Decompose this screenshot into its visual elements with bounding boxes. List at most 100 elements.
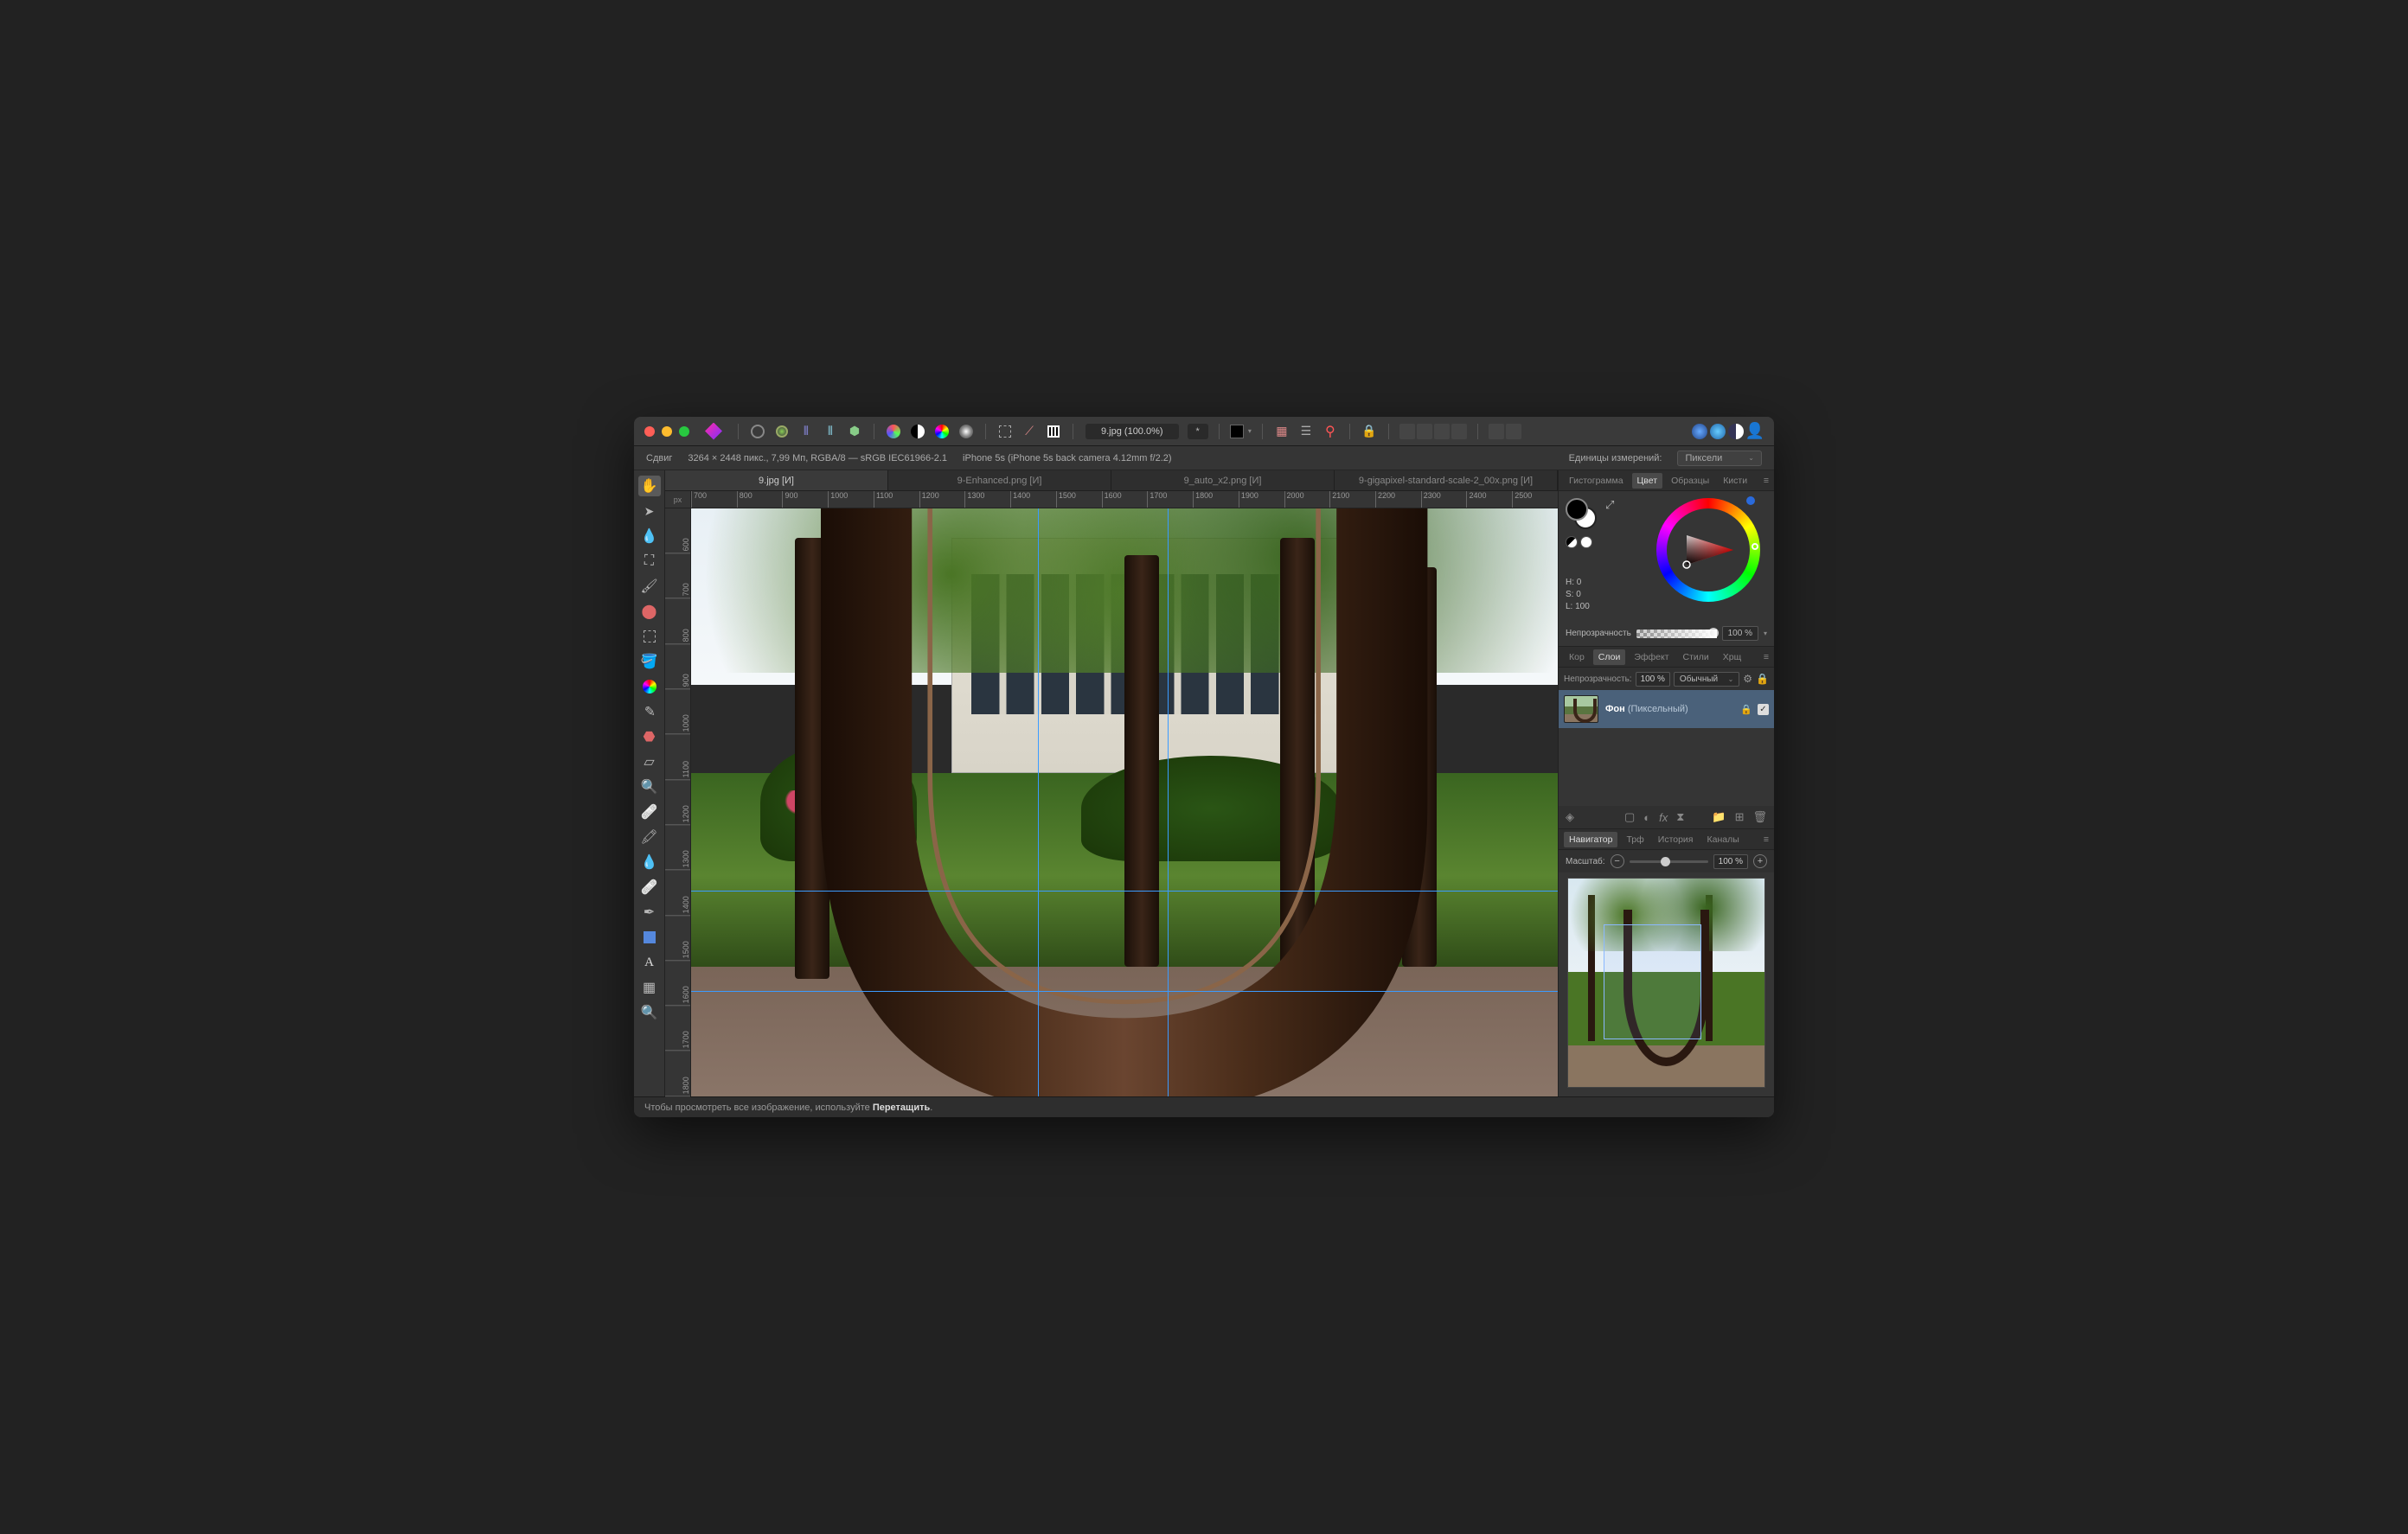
marquee-tool[interactable] xyxy=(638,626,661,647)
mesh-warp-tool[interactable]: ▦ xyxy=(638,977,661,998)
fx-icon[interactable]: fx xyxy=(1659,811,1668,824)
text-tool[interactable]: A xyxy=(638,952,661,973)
opacity-value[interactable]: 100 % xyxy=(1722,626,1758,641)
document-tab[interactable]: 9.jpg [И] xyxy=(665,470,888,490)
liquify-persona-icon[interactable] xyxy=(773,423,791,440)
dodge-tool[interactable]: 🔍 xyxy=(638,777,661,797)
close-window-button[interactable] xyxy=(644,426,655,437)
maximize-window-button[interactable] xyxy=(679,426,689,437)
gradient-tool[interactable] xyxy=(638,676,661,697)
assistant-icon[interactable] xyxy=(1692,424,1707,439)
document-tab[interactable]: 9-gigapixel-standard-scale-2_00x.png [И] xyxy=(1335,470,1558,490)
healing-tool[interactable]: 🖍 xyxy=(638,827,661,847)
units-dropdown[interactable]: Пиксели⌄ xyxy=(1677,451,1762,466)
hand-tool[interactable]: ✋ xyxy=(638,476,661,496)
panel-menu-icon[interactable]: ≡ xyxy=(1764,834,1769,845)
color-wheel[interactable] xyxy=(1656,498,1760,602)
zoom-tool[interactable]: 🔍 xyxy=(638,1002,661,1023)
horizontal-guide[interactable] xyxy=(691,991,1558,992)
opacity-dropdown-icon[interactable]: ▾ xyxy=(1764,630,1767,637)
guides-icon[interactable]: ☰ xyxy=(1297,423,1315,440)
tab-channels-short[interactable]: Кор xyxy=(1564,649,1590,665)
minimize-window-button[interactable] xyxy=(662,426,672,437)
tab-swatches[interactable]: Образцы xyxy=(1666,473,1714,489)
tab-histogram[interactable]: Гистограмма xyxy=(1564,473,1629,489)
blend-mode-dropdown[interactable]: Обычный⌄ xyxy=(1674,672,1739,687)
ruler-unit-label[interactable]: px xyxy=(665,491,691,508)
snapping-icon[interactable]: ⚲ xyxy=(1322,423,1339,440)
foreground-background-swatches[interactable] xyxy=(1566,498,1597,529)
flood-fill-tool[interactable]: 🪣 xyxy=(638,651,661,672)
tab-styles[interactable]: Стили xyxy=(1678,649,1714,665)
eyedropper-icon[interactable]: ⤢ xyxy=(1605,498,1614,512)
layer-blend-range-icon[interactable]: ◈ xyxy=(1566,810,1574,824)
document-tab[interactable]: 9_auto_x2.png [И] xyxy=(1111,470,1335,490)
canvas[interactable] xyxy=(691,508,1558,1096)
move-tool[interactable]: ➤ xyxy=(638,501,661,521)
crop-tool[interactable]: ⛶ xyxy=(638,551,661,572)
tab-transform[interactable]: Трф xyxy=(1621,832,1649,847)
pen-tool[interactable]: ✒ xyxy=(638,902,661,923)
eraser-tool[interactable]: ▱ xyxy=(638,751,661,772)
paint-brush-tool[interactable]: 🖌 xyxy=(638,576,661,597)
tab-extra[interactable]: Хрщ xyxy=(1718,649,1746,665)
tab-navigator[interactable]: Навигатор xyxy=(1564,832,1617,847)
layer-visibility-checkbox[interactable]: ✓ xyxy=(1758,704,1769,715)
tab-color[interactable]: Цвет xyxy=(1632,473,1663,489)
navigator-preview[interactable] xyxy=(1567,878,1765,1088)
tab-brushes[interactable]: Кисти xyxy=(1718,473,1752,489)
lock-layer-icon[interactable]: 🔒 xyxy=(1756,673,1769,685)
gradient-icon[interactable] xyxy=(957,423,975,440)
align-left-icon[interactable] xyxy=(1489,424,1504,439)
zoom-value[interactable]: 100 % xyxy=(1713,854,1748,869)
account-icon[interactable]: 👤 xyxy=(1746,423,1764,440)
arrange-forward-icon[interactable] xyxy=(1434,424,1450,439)
clone-tool[interactable]: ⬣ xyxy=(638,726,661,747)
group-layers-icon[interactable]: 📁 xyxy=(1712,810,1726,824)
inpainting-tool[interactable]: 🩹 xyxy=(638,802,661,822)
default-colors-icon[interactable] xyxy=(1566,536,1578,548)
tab-history[interactable]: История xyxy=(1653,832,1699,847)
crop-guides-icon[interactable]: ⟋ xyxy=(1021,423,1038,440)
layer-item[interactable]: Фон (Пиксельный) 🔒 ✓ xyxy=(1559,690,1774,728)
stock-icon[interactable] xyxy=(1710,424,1726,439)
export-persona-icon[interactable]: ⬢ xyxy=(846,423,863,440)
zoom-out-button[interactable]: − xyxy=(1611,854,1624,868)
panel-menu-icon[interactable]: ≡ xyxy=(1764,476,1769,486)
foreground-color-swatch[interactable] xyxy=(1566,498,1588,521)
quick-fill-control[interactable]: ▾ xyxy=(1230,425,1252,438)
crop-layer-icon[interactable]: ⧗ xyxy=(1676,810,1684,824)
lock-icon[interactable]: 🔒 xyxy=(1361,423,1378,440)
tone-map-persona-icon[interactable]: ⫴ xyxy=(822,423,839,440)
navigator-viewport[interactable] xyxy=(1604,924,1702,1039)
layer-opacity-input[interactable]: 100 % xyxy=(1636,672,1670,687)
zoom-in-button[interactable]: + xyxy=(1753,854,1767,868)
align-right-icon[interactable] xyxy=(1506,424,1521,439)
develop-persona-icon[interactable]: ⫴ xyxy=(797,423,815,440)
layer-settings-icon[interactable]: ⚙ xyxy=(1743,673,1752,685)
add-layer-icon[interactable]: ⊞ xyxy=(1735,810,1745,824)
delete-layer-icon[interactable]: 🗑 xyxy=(1752,810,1767,824)
document-tab[interactable]: 9-Enhanced.png [И] xyxy=(888,470,1111,490)
selection-brush-tool[interactable]: ⬤ xyxy=(638,601,661,622)
tab-channels[interactable]: Каналы xyxy=(1701,832,1744,847)
selection-icon[interactable] xyxy=(996,423,1014,440)
blur-tool[interactable]: 💧 xyxy=(638,852,661,872)
mask-icon[interactable]: ▢ xyxy=(1624,810,1635,824)
contrast-icon[interactable] xyxy=(909,423,926,440)
opacity-slider[interactable] xyxy=(1636,630,1717,638)
tab-layers[interactable]: Слои xyxy=(1593,649,1626,665)
tab-effects[interactable]: Эффект xyxy=(1629,649,1674,665)
rectangle-tool[interactable] xyxy=(638,927,661,948)
patch-tool[interactable]: 🩹 xyxy=(638,877,661,898)
arrange-backward-icon[interactable] xyxy=(1417,424,1432,439)
swap-colors-icon[interactable] xyxy=(1580,536,1592,548)
horizontal-ruler[interactable]: 7008009001000110012001300140015001600170… xyxy=(691,491,1558,508)
vertical-ruler[interactable]: 6007008009001000110012001300140015001600… xyxy=(665,508,691,1096)
layers-empty-area[interactable] xyxy=(1559,728,1774,806)
preview-icon[interactable] xyxy=(1728,424,1744,439)
pixel-brush-tool[interactable]: ✏ xyxy=(634,696,664,726)
horizontal-guide[interactable] xyxy=(691,891,1558,892)
arrange-back-icon[interactable] xyxy=(1399,424,1415,439)
levels-icon[interactable] xyxy=(1045,423,1062,440)
